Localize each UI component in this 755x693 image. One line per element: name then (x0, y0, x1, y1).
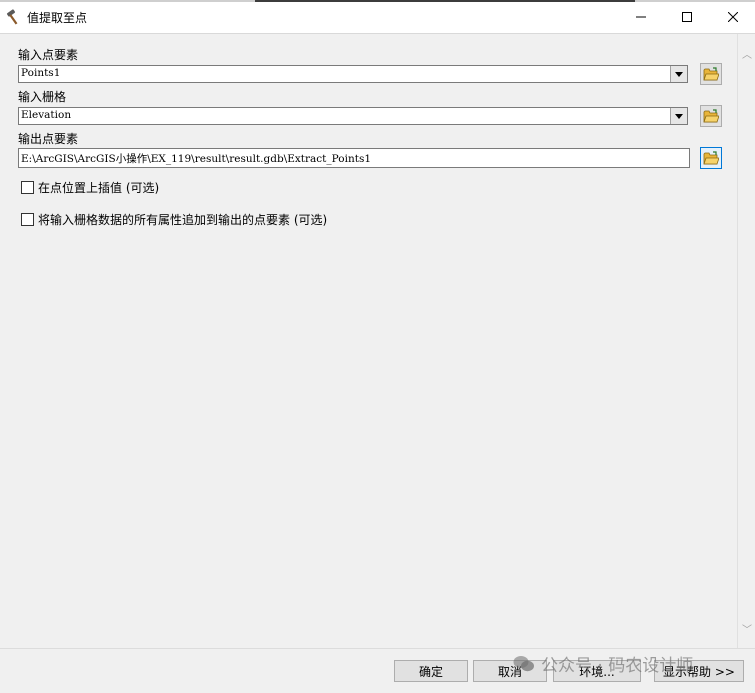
append-attributes-option[interactable]: 将输入栅格数据的所有属性追加到输出的点要素 (可选) (21, 211, 327, 228)
show-help-button[interactable]: 显示帮助 >> (654, 660, 744, 682)
input-points-browse-button[interactable] (700, 63, 722, 85)
input-raster-browse-button[interactable] (700, 105, 722, 127)
interpolate-label: 在点位置上插值 (可选) (38, 181, 160, 195)
interpolate-checkbox[interactable] (21, 181, 34, 194)
close-icon (728, 11, 738, 22)
vertical-scrollbar[interactable]: ︿ ﹀ (737, 34, 755, 648)
minimize-button[interactable] (618, 0, 664, 33)
close-button[interactable] (710, 0, 755, 33)
title-bar: 值提取至点 (0, 0, 755, 34)
scroll-down-arrow-icon[interactable]: ﹀ (742, 621, 752, 636)
input-points-label: 输入点要素 (18, 48, 79, 62)
open-folder-icon (703, 67, 719, 81)
output-points-label: 输出点要素 (18, 132, 79, 146)
input-points-dropdown-button[interactable] (670, 66, 687, 82)
input-raster-label: 输入栅格 (18, 90, 67, 104)
hammer-icon (6, 9, 22, 25)
minimize-icon (636, 16, 646, 17)
input-raster-dropdown-button[interactable] (670, 108, 687, 124)
input-raster-combo[interactable]: Elevation (18, 107, 688, 125)
open-folder-icon (703, 151, 719, 165)
interpolate-option[interactable]: 在点位置上插值 (可选) (21, 179, 159, 196)
output-points-value: E:\ArcGIS\ArcGIS小操作\EX_119\result\result… (21, 153, 372, 165)
triangle-down-icon (675, 113, 683, 119)
input-points-combo[interactable]: Points1 (18, 65, 688, 83)
input-points-value: Points1 (21, 67, 61, 79)
input-raster-value: Elevation (21, 109, 72, 121)
output-points-input[interactable]: E:\ArcGIS\ArcGIS小操作\EX_119\result\result… (18, 148, 690, 168)
maximize-icon (682, 11, 692, 22)
window-title: 值提取至点 (27, 11, 88, 25)
append-attributes-checkbox[interactable] (21, 213, 34, 226)
triangle-down-icon (675, 71, 683, 77)
open-folder-icon (703, 109, 719, 123)
append-attributes-label: 将输入栅格数据的所有属性追加到输出的点要素 (可选) (38, 213, 328, 227)
scroll-up-arrow-icon[interactable]: ︿ (742, 46, 752, 61)
ok-button[interactable]: 确定 (394, 660, 468, 682)
button-bar: 确定 取消 环境... 显示帮助 >> (0, 648, 755, 693)
tool-dialog: 值提取至点 输入点要素 Points1 输入栅格 Elevation 输出点要素… (0, 0, 755, 693)
output-points-browse-button[interactable] (700, 147, 722, 169)
maximize-button[interactable] (664, 0, 710, 33)
environments-button[interactable]: 环境... (553, 660, 641, 682)
dialog-content: 输入点要素 Points1 输入栅格 Elevation 输出点要素 E:\Ar… (0, 34, 737, 648)
cancel-button[interactable]: 取消 (473, 660, 547, 682)
